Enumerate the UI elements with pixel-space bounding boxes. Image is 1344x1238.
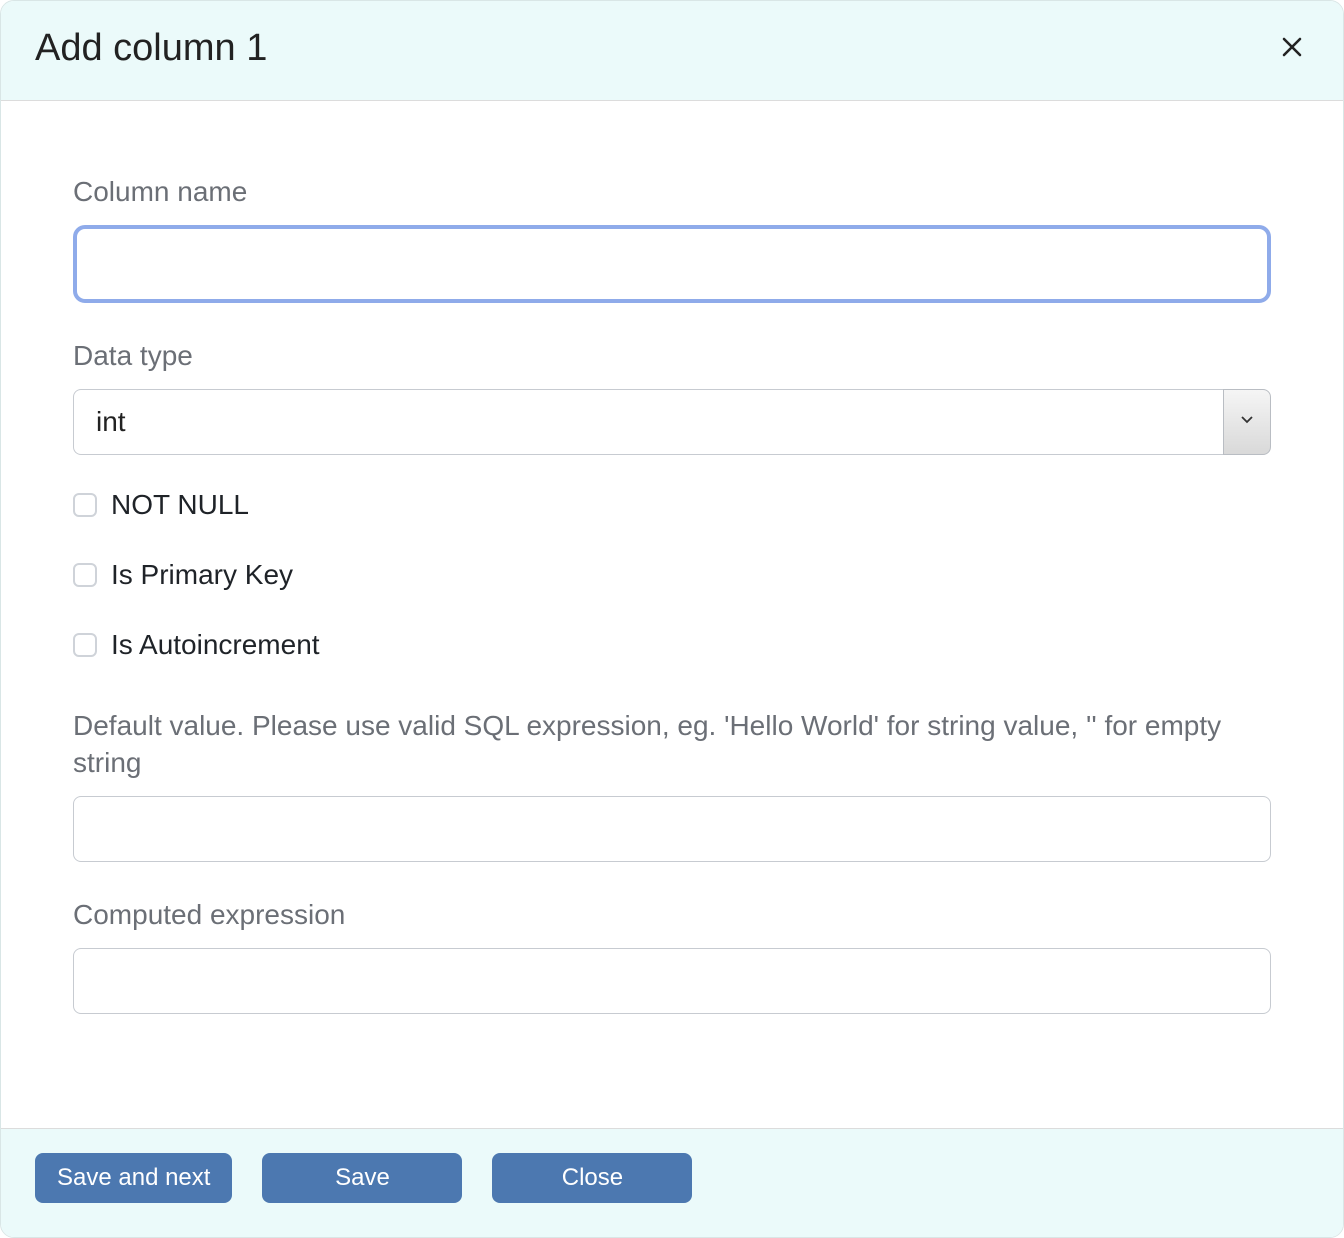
column-name-label: Column name — [73, 173, 1271, 211]
computed-expression-input[interactable] — [73, 948, 1271, 1014]
column-name-input[interactable] — [73, 225, 1271, 303]
close-button[interactable]: Close — [492, 1153, 692, 1203]
not-null-label: NOT NULL — [111, 489, 249, 521]
default-value-input[interactable] — [73, 796, 1271, 862]
field-data-type: Data type — [73, 337, 1271, 455]
autoincrement-checkbox[interactable] — [73, 633, 97, 657]
field-column-name: Column name — [73, 173, 1271, 303]
close-icon[interactable] — [1275, 29, 1309, 69]
dialog-title: Add column 1 — [35, 27, 267, 70]
data-type-label: Data type — [73, 337, 1271, 375]
add-column-dialog: Add column 1 Column name Data type NOT N — [0, 0, 1344, 1238]
data-type-combo — [73, 389, 1271, 455]
data-type-dropdown-button[interactable] — [1223, 389, 1271, 455]
dialog-footer: Save and next Save Close — [1, 1128, 1343, 1237]
not-null-checkbox[interactable] — [73, 493, 97, 517]
dialog-header: Add column 1 — [1, 1, 1343, 101]
primary-key-label: Is Primary Key — [111, 559, 293, 591]
chevron-down-icon — [1240, 412, 1254, 431]
dialog-body: Column name Data type NOT NULL Is Primar… — [1, 101, 1343, 1128]
computed-expression-label: Computed expression — [73, 896, 1271, 934]
data-type-input[interactable] — [73, 389, 1223, 455]
field-computed-expression: Computed expression — [73, 896, 1271, 1014]
autoincrement-label: Is Autoincrement — [111, 629, 320, 661]
checkbox-row-primary-key: Is Primary Key — [73, 559, 1271, 591]
save-and-next-button[interactable]: Save and next — [35, 1153, 232, 1203]
primary-key-checkbox[interactable] — [73, 563, 97, 587]
field-default-value: Default value. Please use valid SQL expr… — [73, 707, 1271, 863]
save-button[interactable]: Save — [262, 1153, 462, 1203]
checkbox-row-autoincrement: Is Autoincrement — [73, 629, 1271, 661]
checkbox-row-not-null: NOT NULL — [73, 489, 1271, 521]
default-value-label: Default value. Please use valid SQL expr… — [73, 707, 1271, 783]
